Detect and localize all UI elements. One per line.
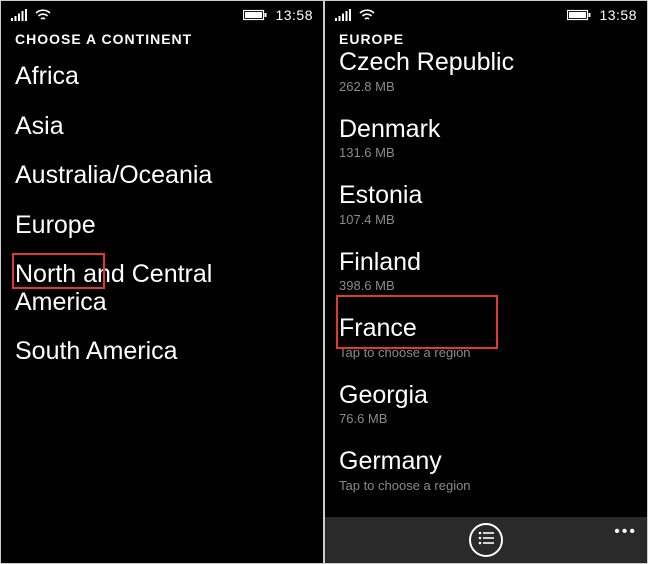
list-item-sub: 76.6 MB [339,411,633,426]
list-item-label: Finland [339,249,633,277]
list-item-sub: 131.6 MB [339,145,633,160]
list-item-label: Europe [15,212,309,240]
list-item-label: North and Central America [15,261,309,316]
cellular-signal-icon [335,9,351,21]
wifi-icon [35,9,51,21]
list-item-sub: 107.4 MB [339,212,633,227]
list-item-label: Australia/Oceania [15,162,309,190]
list-item-north-america[interactable]: North and Central America [1,253,323,330]
page-title: CHOOSE A CONTINENT [1,25,323,55]
list-item-sub: 262.8 MB [339,79,633,94]
list-item-sub: Tap to choose a region [339,478,633,493]
list-item-estonia[interactable]: Estonia 107.4 MB [325,174,647,241]
cellular-signal-icon [11,9,27,21]
list-item-label: France [339,315,633,343]
list-item-germany[interactable]: Germany Tap to choose a region [325,440,647,507]
list-item-label: Denmark [339,116,633,144]
appbar-more-button[interactable]: ••• [614,523,637,541]
screenshot-wrap: 13:58 CHOOSE A CONTINENT Africa Asia Aus… [0,0,648,564]
status-bar: 13:58 [325,1,647,25]
clock: 13:58 [599,7,637,23]
list-item-czech-republic[interactable]: Czech Republic 262.8 MB [325,55,647,108]
list-item-sub: Tap to choose a region [339,345,633,360]
list-item-label: Asia [15,113,309,141]
list-item-label: Estonia [339,182,633,210]
app-bar: ••• [325,517,647,563]
list-item-south-america[interactable]: South America [1,330,323,380]
battery-icon [243,9,267,21]
country-list: Czech Republic 262.8 MB Denmark 131.6 MB… [325,55,647,563]
clock: 13:58 [275,7,313,23]
list-icon [478,531,494,550]
list-item-label: Germany [339,448,633,476]
phone-right: 13:58 EUROPE Czech Republic 262.8 MB Den… [325,1,647,563]
phone-left: 13:58 CHOOSE A CONTINENT Africa Asia Aus… [1,1,323,563]
list-item-france[interactable]: France Tap to choose a region [325,307,647,374]
battery-icon [567,9,591,21]
list-item-label: Czech Republic [339,49,633,77]
list-item-georgia[interactable]: Georgia 76.6 MB [325,374,647,441]
continent-list: Africa Asia Australia/Oceania Europe Nor… [1,55,323,380]
list-item-europe[interactable]: Europe [1,204,323,254]
list-item-asia[interactable]: Asia [1,105,323,155]
wifi-icon [359,9,375,21]
list-item-label: Africa [15,63,309,91]
list-item-label: Georgia [339,382,633,410]
list-item-finland[interactable]: Finland 398.6 MB [325,241,647,308]
status-bar: 13:58 [1,1,323,25]
list-item-africa[interactable]: Africa [1,55,323,105]
list-item-sub: 398.6 MB [339,278,633,293]
appbar-list-button[interactable] [469,523,503,557]
list-item-label: South America [15,338,309,366]
list-item-denmark[interactable]: Denmark 131.6 MB [325,108,647,175]
list-item-australia-oceania[interactable]: Australia/Oceania [1,154,323,204]
